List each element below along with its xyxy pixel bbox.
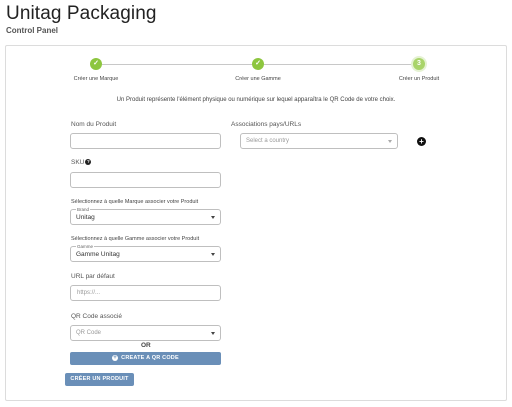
step-1-label: Créer une Marque: [73, 76, 119, 82]
range-question: Sélectionnez à quelle Gamme associer vot…: [71, 236, 200, 242]
step-2-check-icon: ✓: [252, 58, 264, 70]
stepper-line-2: [264, 64, 418, 65]
intro-text: Un Produit représente l'élément physique…: [116, 97, 396, 103]
create-qr-code-button[interactable]: + CREATE A QR CODE: [70, 352, 221, 365]
create-qr-code-label: CREATE A QR CODE: [121, 355, 179, 361]
range-select[interactable]: Gamme Gamme Unitag: [70, 244, 221, 262]
create-product-button[interactable]: CRÉER UN PRODUIT: [65, 373, 134, 386]
sku-label: SKU: [71, 159, 85, 166]
country-placeholder: Select a country: [246, 138, 290, 144]
sku-label-wrap: SKU?: [71, 159, 92, 166]
chevron-down-icon: [211, 332, 215, 335]
product-name-input[interactable]: [70, 133, 221, 149]
qr-code-placeholder: QR Code: [76, 330, 102, 336]
product-form-panel: ✓ Créer une Marque ✓ Créer une Gamme 3 C…: [5, 45, 507, 401]
help-icon[interactable]: ?: [85, 159, 92, 165]
associations-label: Associations pays/URLs: [231, 121, 302, 128]
chevron-down-icon: [388, 140, 392, 143]
chevron-down-icon: [211, 216, 215, 219]
brand-value: Unitag: [76, 214, 95, 221]
step-1-check-icon: ✓: [90, 58, 102, 70]
add-icon: +: [112, 355, 119, 361]
step-3-label: Créer un Produit: [398, 76, 440, 82]
sku-input[interactable]: [70, 172, 221, 188]
default-url-label: URL par défaut: [71, 273, 115, 280]
brand-floating-label: Brand: [76, 207, 91, 212]
qr-code-label: QR Code associé: [71, 313, 122, 320]
qr-code-select[interactable]: QR Code: [70, 325, 221, 341]
or-separator: OR: [141, 342, 151, 349]
country-select[interactable]: Select a country: [240, 133, 398, 149]
step-3-number-icon: 3: [413, 58, 425, 70]
product-name-label: Nom du Produit: [71, 121, 117, 128]
stepper-line-1: [102, 64, 256, 65]
brand-question: Sélectionnez à quelle Marque associer vo…: [71, 199, 199, 205]
app-subtitle: Control Panel: [6, 26, 59, 35]
chevron-down-icon: [211, 253, 215, 256]
brand-select[interactable]: Brand Unitag: [70, 207, 221, 225]
default-url-placeholder: https://...: [77, 290, 101, 296]
app-title: Unitag Packaging: [6, 3, 157, 24]
range-floating-label: Gamme: [76, 244, 95, 249]
step-2-label: Créer une Gamme: [235, 76, 281, 82]
range-value: Gamme Unitag: [76, 251, 120, 258]
default-url-input[interactable]: https://...: [70, 285, 221, 301]
add-association-icon[interactable]: +: [417, 137, 426, 146]
